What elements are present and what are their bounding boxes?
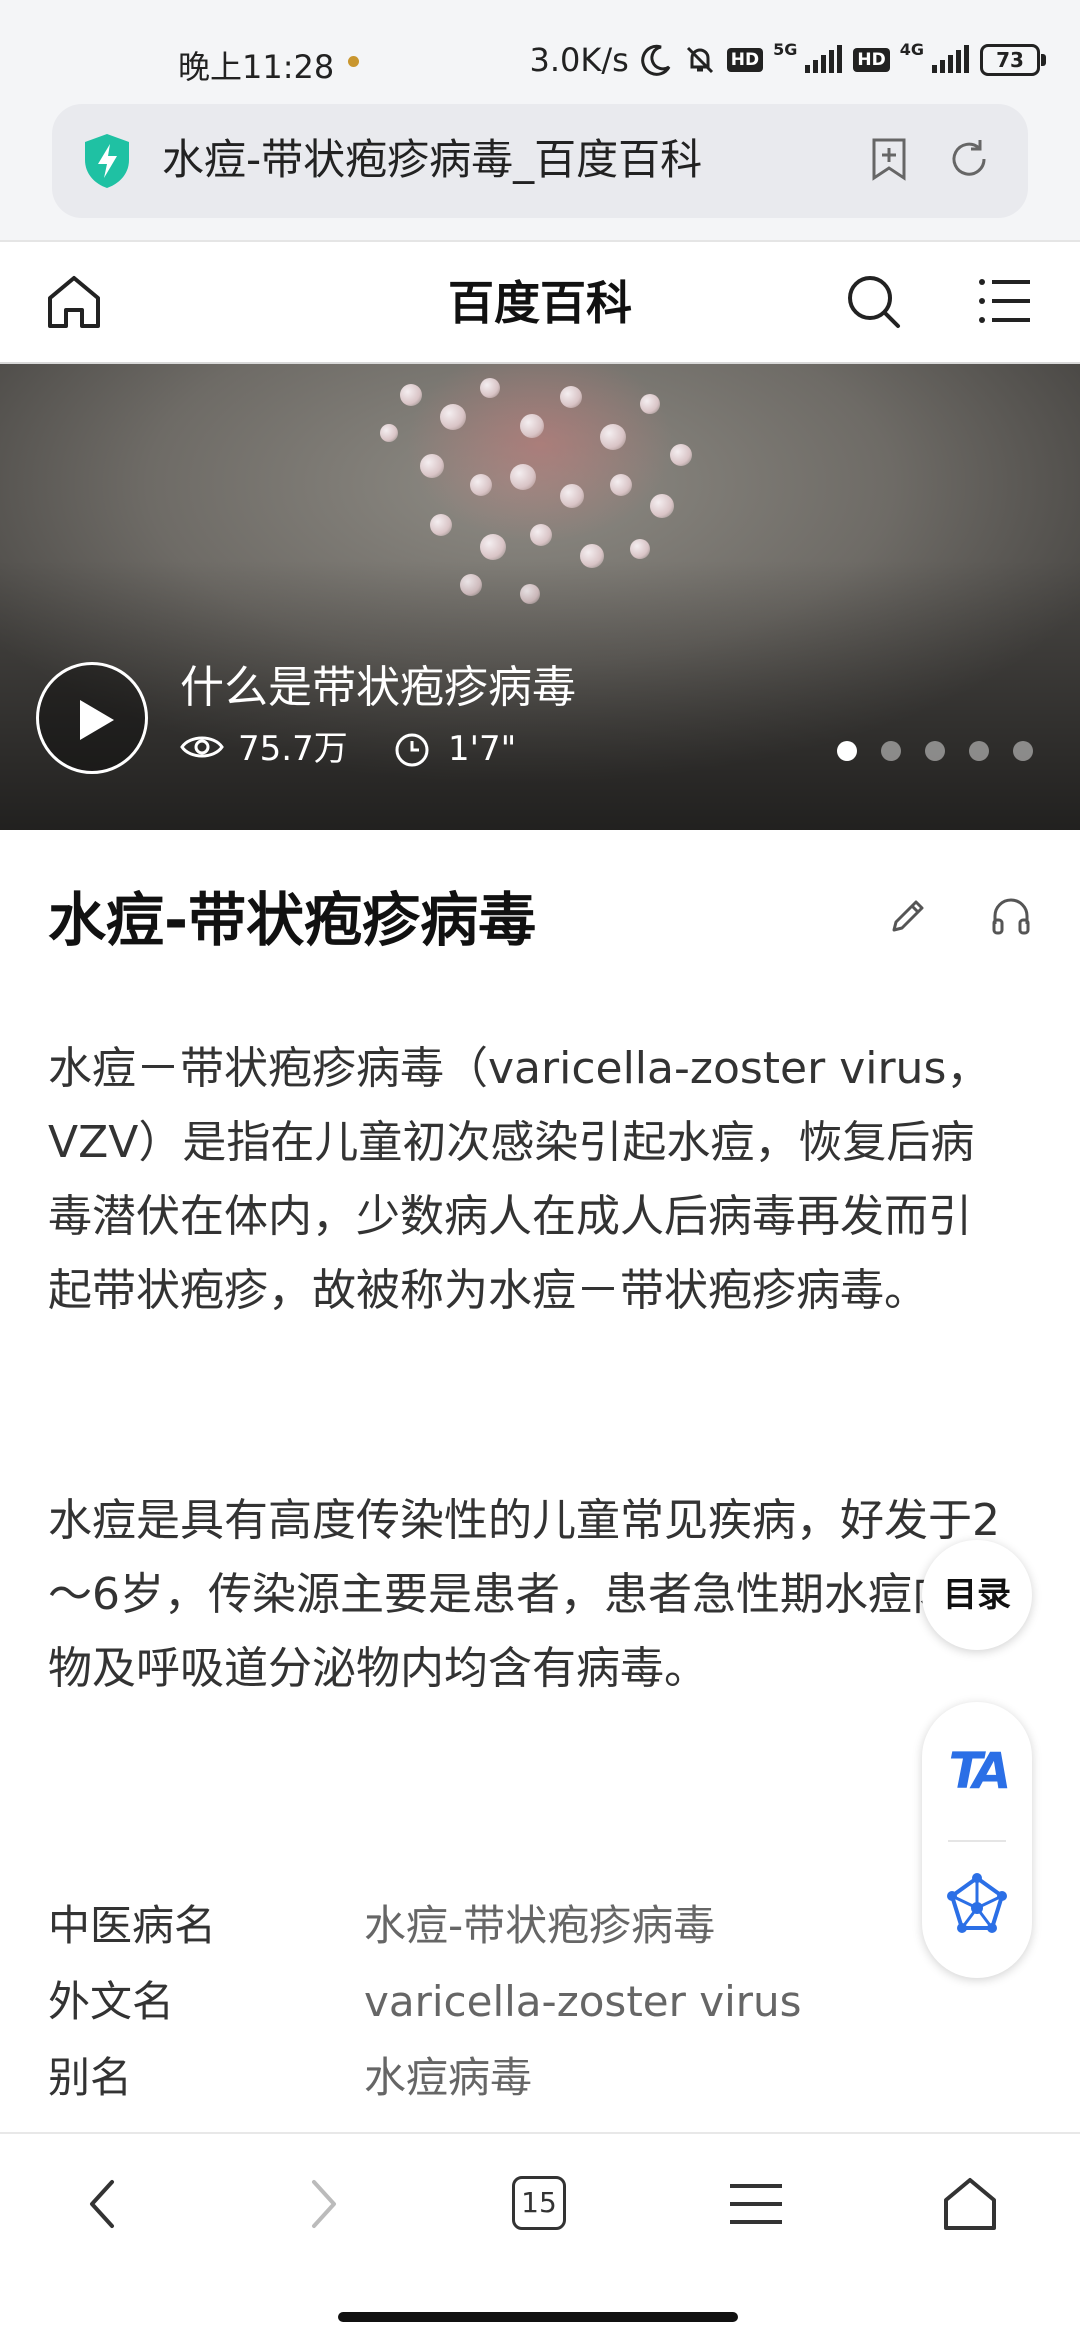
- carousel-dot[interactable]: [925, 741, 945, 761]
- info-label: 中医病名: [48, 1901, 217, 1950]
- hd-badge-2: HD: [853, 48, 890, 72]
- divider: [948, 1840, 1006, 1842]
- network-type-5g: 5G: [773, 40, 798, 59]
- knowledge-graph-icon[interactable]: [944, 1872, 1010, 1938]
- headphones-icon[interactable]: [990, 896, 1032, 936]
- status-time: 晚上11:28: [178, 48, 335, 86]
- info-row: 中医病名 水痘-带状疱疹病毒: [48, 1888, 715, 1964]
- play-icon[interactable]: [80, 700, 114, 740]
- info-label: 别名: [48, 2053, 133, 2102]
- video-duration: 1'7": [448, 729, 517, 769]
- video-title[interactable]: 什么是带状疱疹病毒: [180, 658, 576, 718]
- status-icons: 3.0K/s HD 5G HD 4G 73: [529, 40, 1046, 80]
- edit-icon[interactable]: [888, 896, 928, 936]
- menu-icon[interactable]: [728, 2182, 784, 2226]
- article-paragraph: 水痘－带状疱疹病毒（varicella-zoster virus，VZV）是指在…: [48, 1043, 991, 1316]
- signal-icon: [805, 45, 843, 73]
- carousel-dot[interactable]: [881, 741, 901, 761]
- shield-icon: [85, 134, 129, 188]
- eye-icon: [180, 736, 224, 758]
- battery-icon: 73: [980, 44, 1046, 76]
- clock-icon: [395, 733, 429, 767]
- article-title: 水痘-带状疱疹病毒: [48, 886, 537, 954]
- page-title-in-address-bar[interactable]: 水痘-带状疱疹病毒_百度百科: [162, 130, 702, 190]
- moon-icon: [641, 44, 671, 76]
- carousel-dot[interactable]: [969, 741, 989, 761]
- menu-icon[interactable]: [978, 276, 1034, 326]
- hd-badge: HD: [726, 48, 764, 72]
- gesture-bar[interactable]: [338, 2312, 738, 2322]
- carousel-dot[interactable]: [1013, 741, 1033, 761]
- info-value[interactable]: 水痘病毒: [364, 2053, 532, 2102]
- notification-dot-icon: [348, 56, 359, 67]
- article-paragraph: 水痘是具有高度传染性的儿童常见疾病，好发于2～6岁，传染源主要是患者，患者急性期…: [48, 1495, 1000, 1694]
- video-views: 75.7万: [238, 729, 348, 769]
- battery-level: 73: [996, 48, 1024, 72]
- network-type-4g: 4G: [899, 40, 924, 59]
- font-size-icon[interactable]: TA: [922, 1742, 1032, 1800]
- info-value[interactable]: varicella-zoster virus: [364, 1977, 802, 2026]
- network-speed: 3.0K/s: [529, 41, 629, 79]
- info-row: 外文名 varicella-zoster virus: [48, 1964, 802, 2040]
- tabs-count[interactable]: 15: [512, 2176, 566, 2230]
- forward-icon[interactable]: [304, 2176, 344, 2232]
- reload-icon[interactable]: [946, 136, 992, 182]
- signal-icon-2: [932, 45, 969, 73]
- add-bookmark-icon[interactable]: [866, 136, 912, 182]
- info-value[interactable]: 水痘-带状疱疹病毒: [364, 1901, 715, 1950]
- info-row: 别名 水痘病毒: [48, 2040, 532, 2116]
- carousel-dot-active[interactable]: [837, 741, 857, 761]
- site-title: 百度百科: [448, 276, 632, 330]
- search-icon[interactable]: [844, 272, 904, 332]
- table-of-contents-label[interactable]: 目录: [922, 1540, 1032, 1650]
- back-icon[interactable]: [82, 2176, 122, 2232]
- info-label: 外文名: [48, 1977, 175, 2026]
- bell-off-icon: [686, 46, 713, 74]
- bottom-navigation: [0, 2132, 1080, 2342]
- home-icon[interactable]: [940, 2176, 1000, 2232]
